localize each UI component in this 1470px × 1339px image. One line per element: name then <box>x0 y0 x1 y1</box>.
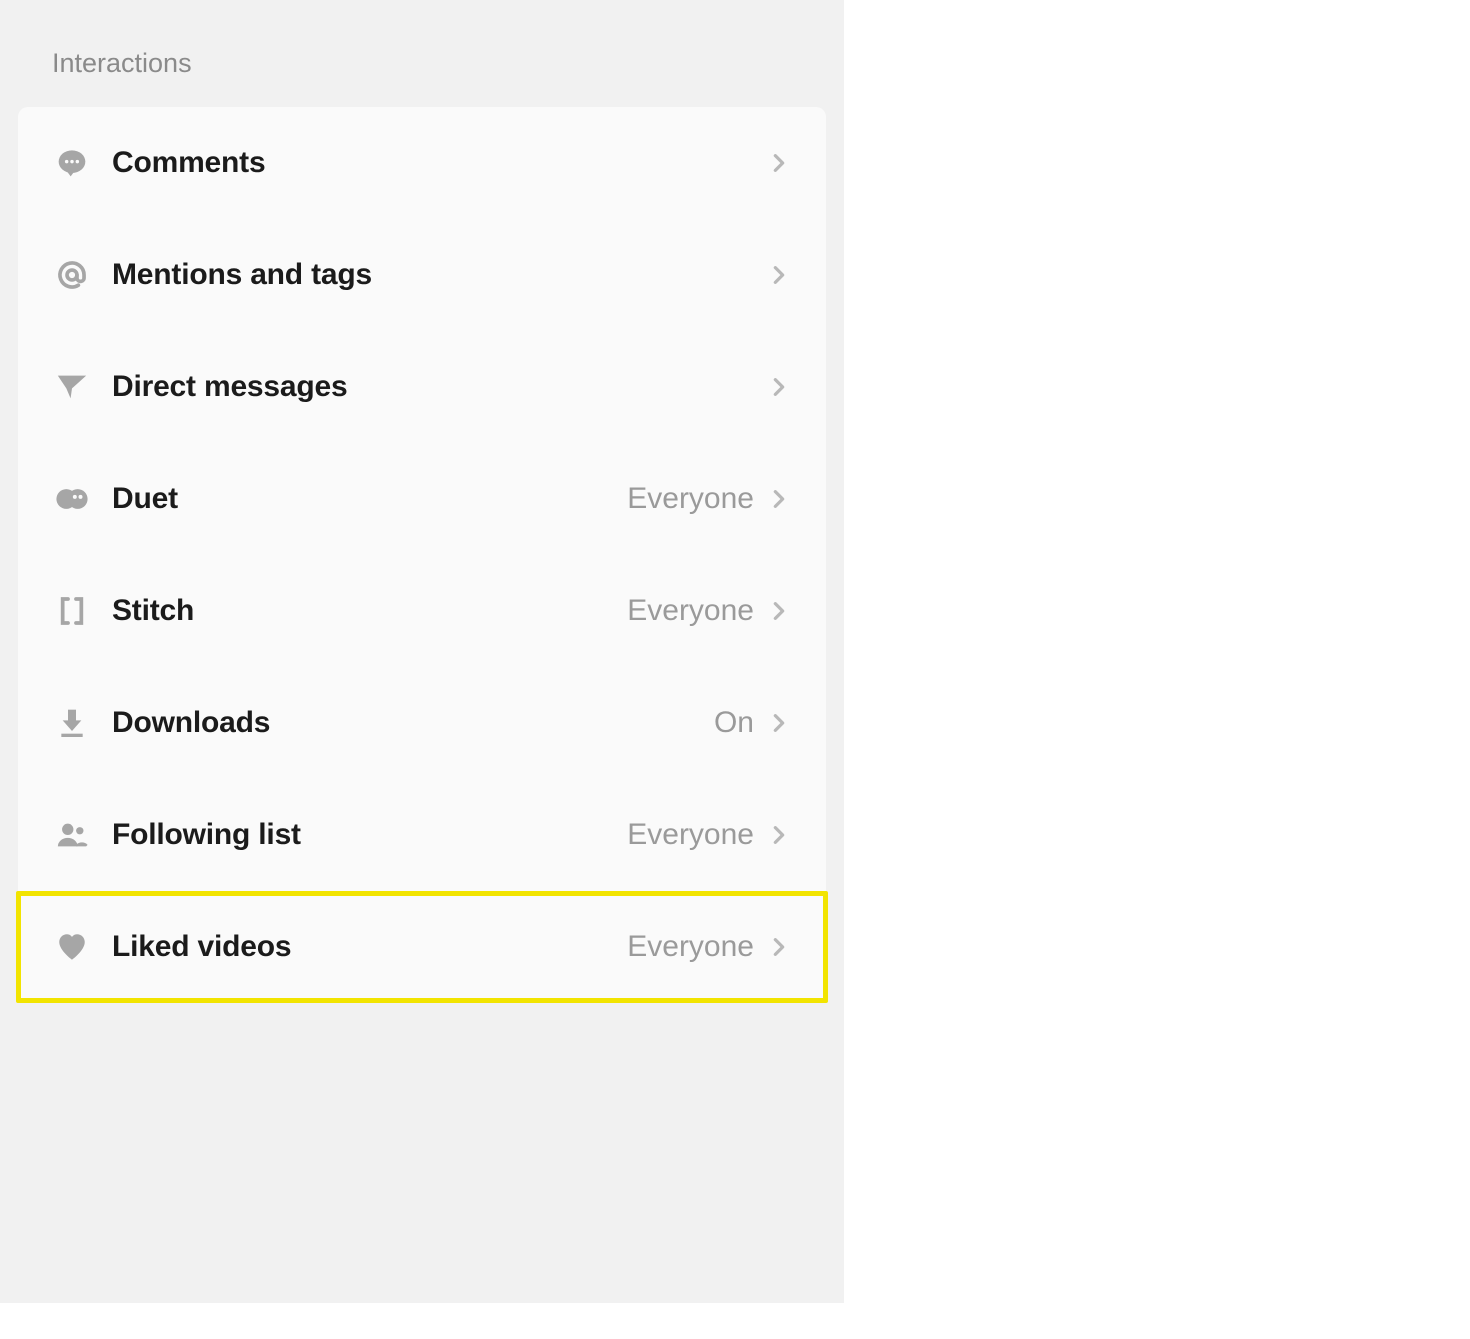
send-icon <box>54 369 90 405</box>
row-value: On <box>714 706 754 740</box>
chevron-right-icon <box>768 264 790 286</box>
chevron-right-icon <box>768 488 790 510</box>
row-stitch[interactable]: Stitch Everyone <box>18 555 826 667</box>
interactions-card: Comments Mentions and tags <box>18 107 826 1003</box>
chevron-right-icon <box>768 152 790 174</box>
row-label: Downloads <box>112 706 714 740</box>
download-icon <box>54 705 90 741</box>
row-label: Comments <box>112 146 754 180</box>
row-value: Everyone <box>627 482 754 516</box>
duet-icon <box>54 481 90 517</box>
row-liked-videos[interactable]: Liked videos Everyone <box>16 891 828 1003</box>
row-label: Stitch <box>112 594 627 628</box>
section-title: Interactions <box>0 0 844 107</box>
chevron-right-icon <box>768 936 790 958</box>
row-direct-messages[interactable]: Direct messages <box>18 331 826 443</box>
row-following-list[interactable]: Following list Everyone <box>18 779 826 891</box>
settings-panel: Interactions Comments <box>0 0 844 1303</box>
chevron-right-icon <box>768 600 790 622</box>
row-label: Direct messages <box>112 370 754 404</box>
row-label: Liked videos <box>112 930 627 964</box>
row-label: Duet <box>112 482 627 516</box>
row-downloads[interactable]: Downloads On <box>18 667 826 779</box>
row-label: Following list <box>112 818 627 852</box>
chevron-right-icon <box>768 824 790 846</box>
row-duet[interactable]: Duet Everyone <box>18 443 826 555</box>
chevron-right-icon <box>768 712 790 734</box>
chevron-right-icon <box>768 376 790 398</box>
row-value: Everyone <box>627 930 754 964</box>
row-value: Everyone <box>627 818 754 852</box>
heart-icon <box>54 929 90 965</box>
comment-icon <box>54 145 90 181</box>
stitch-icon <box>54 593 90 629</box>
people-icon <box>54 817 90 853</box>
row-comments[interactable]: Comments <box>18 107 826 219</box>
row-mentions[interactable]: Mentions and tags <box>18 219 826 331</box>
row-value: Everyone <box>627 594 754 628</box>
at-icon <box>54 257 90 293</box>
row-label: Mentions and tags <box>112 258 754 292</box>
